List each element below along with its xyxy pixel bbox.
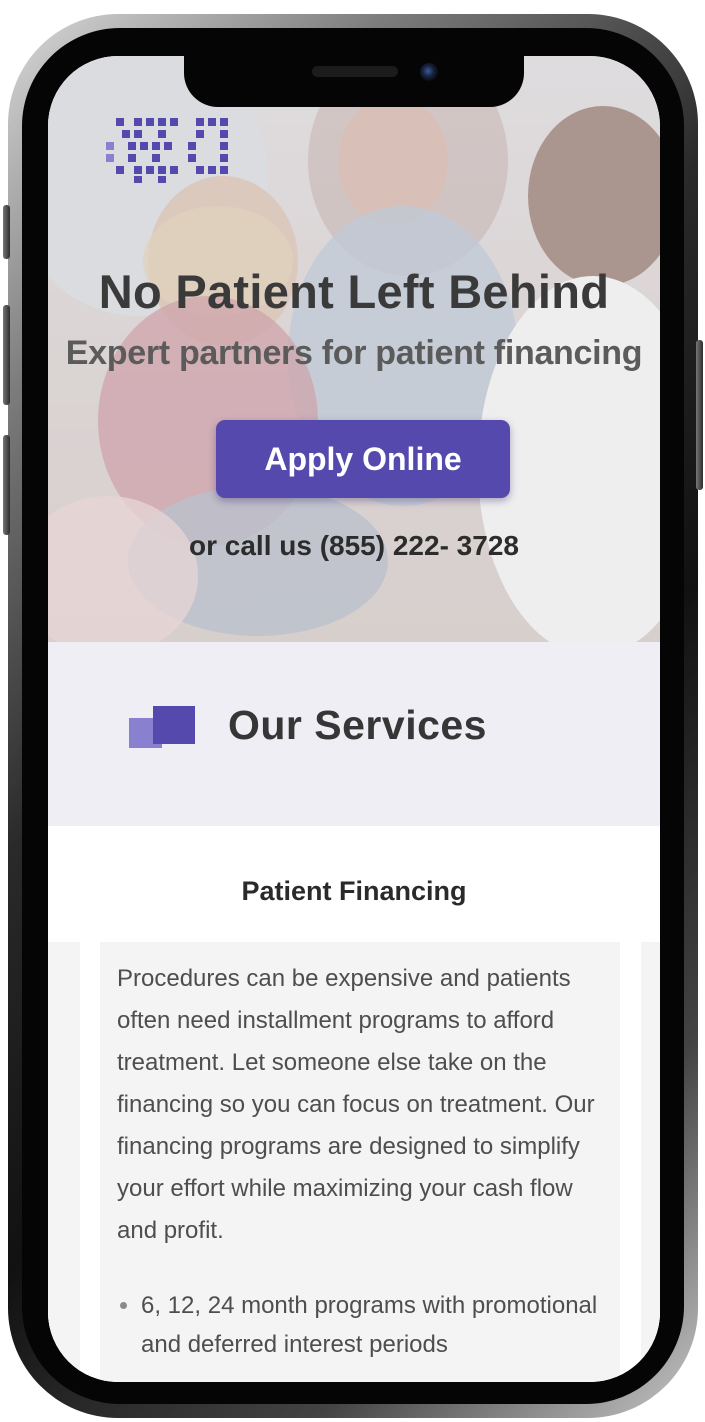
company-logo bbox=[106, 118, 228, 183]
service-card-bullets: 6, 12, 24 month programs with promotiona… bbox=[117, 1286, 621, 1364]
previous-card-edge[interactable] bbox=[48, 942, 80, 1382]
service-card-description: Procedures can be expensive and patients… bbox=[117, 965, 595, 1244]
power-button bbox=[696, 340, 703, 490]
services-heading: Our Services bbox=[228, 702, 487, 748]
service-card: Procedures can be expensive and patients… bbox=[100, 942, 620, 1382]
speaker-grille bbox=[312, 66, 398, 77]
services-squares-icon bbox=[129, 704, 197, 750]
hero-section: No Patient Left Behind Expert partners f… bbox=[48, 56, 660, 642]
volume-up-button bbox=[3, 305, 10, 405]
phone-notch bbox=[184, 55, 524, 107]
volume-down-button bbox=[3, 435, 10, 535]
services-header: Our Services bbox=[48, 642, 660, 826]
service-card-title: Patient Financing bbox=[241, 876, 467, 906]
hero-subtitle: Expert partners for patient financing bbox=[65, 334, 643, 372]
next-card-edge[interactable] bbox=[641, 942, 660, 1382]
services-carousel: Patient Financing Procedures can be expe… bbox=[48, 826, 660, 1382]
list-item: 6, 12, 24 month programs with promotiona… bbox=[141, 1286, 621, 1364]
front-camera-icon bbox=[420, 63, 438, 81]
hero-title: No Patient Left Behind bbox=[98, 265, 610, 318]
silent-switch bbox=[3, 205, 10, 259]
call-phone-text[interactable]: or call us (855) 222- 3728 bbox=[48, 530, 660, 562]
apply-online-button[interactable]: Apply Online bbox=[216, 420, 510, 498]
phone-screen: No Patient Left Behind Expert partners f… bbox=[48, 56, 660, 1382]
